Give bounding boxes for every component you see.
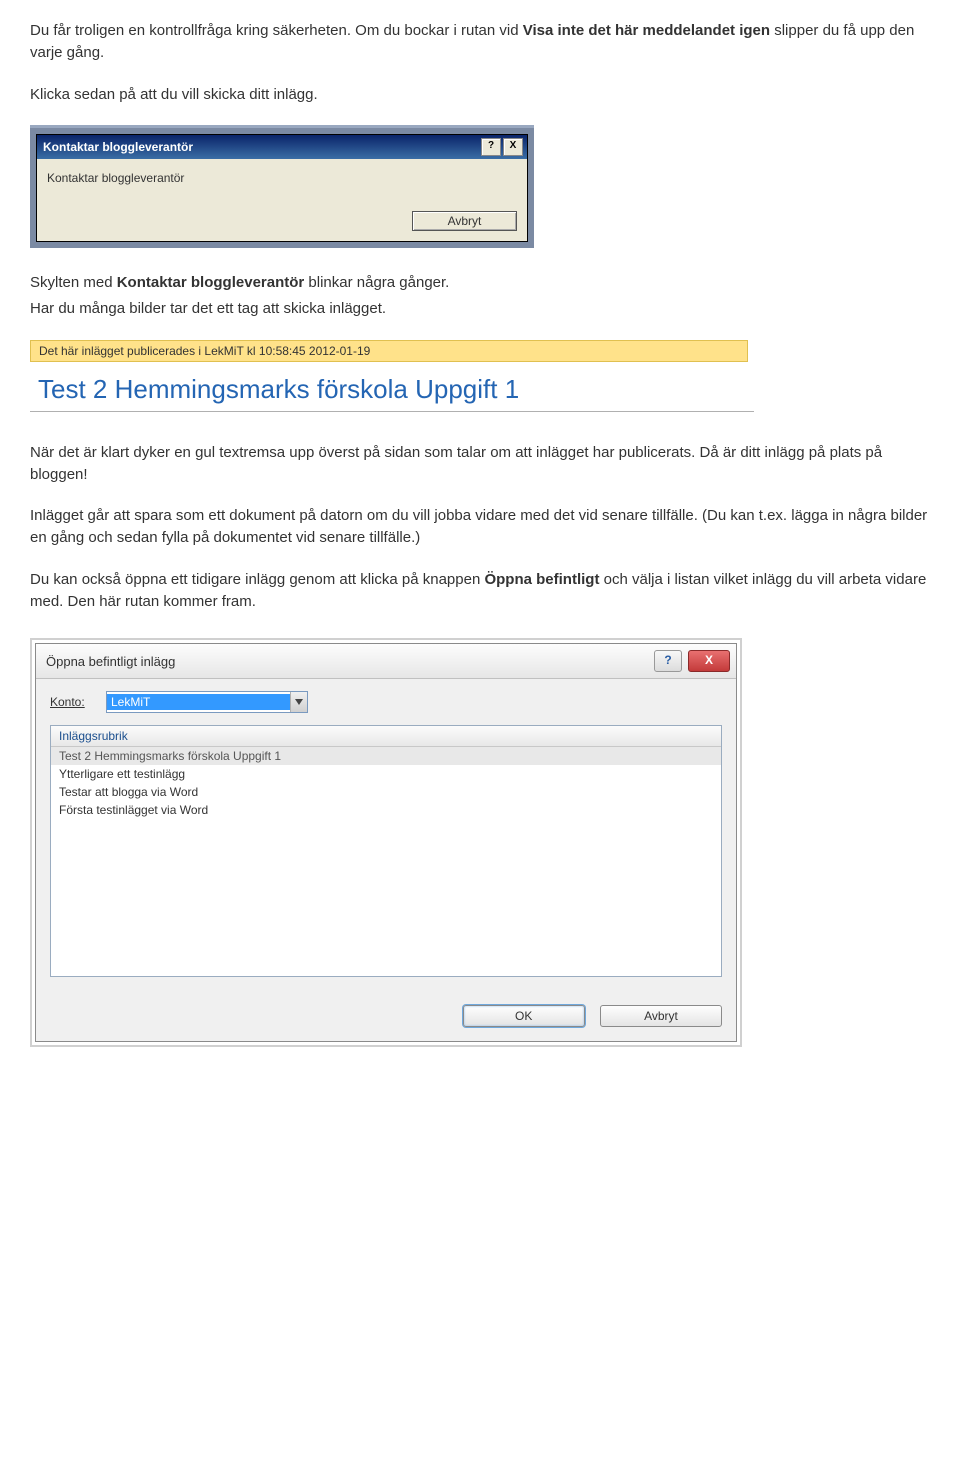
dialog-titlebar[interactable]: Öppna befintligt inlägg ? X bbox=[36, 644, 736, 679]
paragraph-3: Skylten med Kontaktar bloggleverantör bl… bbox=[30, 272, 930, 294]
help-icon[interactable]: ? bbox=[481, 138, 501, 156]
list-item[interactable]: Första testinlägget via Word bbox=[51, 801, 721, 819]
paragraph-7: Du kan också öppna ett tidigare inlägg g… bbox=[30, 569, 930, 613]
text: Skylten med bbox=[30, 274, 117, 291]
text: blinkar några gånger. bbox=[304, 274, 449, 291]
dialog-title: Kontaktar bloggleverantör bbox=[43, 140, 479, 154]
list-item[interactable]: Ytterligare ett testinlägg bbox=[51, 765, 721, 783]
account-selected: LekMiT bbox=[107, 694, 290, 710]
dialog-open-existing: Öppna befintligt inlägg ? X Konto: LekMi… bbox=[35, 643, 737, 1042]
dialog-kontaktar-wrap: Kontaktar bloggleverantör ? X Kontaktar … bbox=[30, 125, 534, 248]
dialog-title: Öppna befintligt inlägg bbox=[46, 654, 654, 669]
list-item[interactable]: Test 2 Hemmingsmarks förskola Uppgift 1 bbox=[51, 747, 721, 765]
paragraph-1: Du får troligen en kontrollfråga kring s… bbox=[30, 20, 930, 64]
cancel-button[interactable]: Avbryt bbox=[600, 1005, 722, 1027]
publish-banner: Det här inlägget publicerades i LekMiT k… bbox=[30, 340, 748, 362]
account-label: Konto: bbox=[50, 695, 106, 709]
post-title: Test 2 Hemmingsmarks förskola Uppgift 1 bbox=[30, 362, 754, 412]
paragraph-5: När det är klart dyker en gul textremsa … bbox=[30, 442, 930, 486]
dialog-kontaktar: Kontaktar bloggleverantör ? X Kontaktar … bbox=[36, 134, 528, 242]
list-item[interactable]: Testar att blogga via Word bbox=[51, 783, 721, 801]
text: Du får troligen en kontrollfråga kring s… bbox=[30, 22, 523, 39]
help-icon[interactable]: ? bbox=[654, 650, 682, 672]
post-listbox[interactable]: Inläggsrubrik Test 2 Hemmingsmarks försk… bbox=[50, 725, 722, 977]
cancel-button[interactable]: Avbryt bbox=[412, 211, 517, 231]
chevron-down-icon[interactable] bbox=[290, 692, 307, 712]
list-header[interactable]: Inläggsrubrik bbox=[51, 726, 721, 747]
close-icon[interactable]: X bbox=[503, 138, 523, 156]
account-combo[interactable]: LekMiT bbox=[106, 691, 308, 713]
text-bold: Visa inte det här meddelandet igen bbox=[523, 22, 770, 39]
account-row: Konto: LekMiT bbox=[50, 691, 722, 713]
close-icon[interactable]: X bbox=[688, 650, 730, 672]
paragraph-6: Inlägget går att spara som ett dokument … bbox=[30, 505, 930, 549]
paragraph-4: Har du många bilder tar det ett tag att … bbox=[30, 298, 930, 320]
dialog-titlebar[interactable]: Kontaktar bloggleverantör ? X bbox=[37, 135, 527, 159]
dialog-message: Kontaktar bloggleverantör bbox=[47, 171, 517, 185]
text: Du kan också öppna ett tidigare inlägg g… bbox=[30, 571, 484, 588]
text-bold: Öppna befintligt bbox=[484, 571, 599, 588]
text-bold: Kontaktar bloggleverantör bbox=[117, 274, 305, 291]
dialog-open-existing-wrap: Öppna befintligt inlägg ? X Konto: LekMi… bbox=[30, 638, 742, 1047]
paragraph-2: Klicka sedan på att du vill skicka ditt … bbox=[30, 84, 930, 106]
dialog-body: Kontaktar bloggleverantör Avbryt bbox=[37, 159, 527, 241]
ok-button[interactable]: OK bbox=[463, 1005, 585, 1027]
